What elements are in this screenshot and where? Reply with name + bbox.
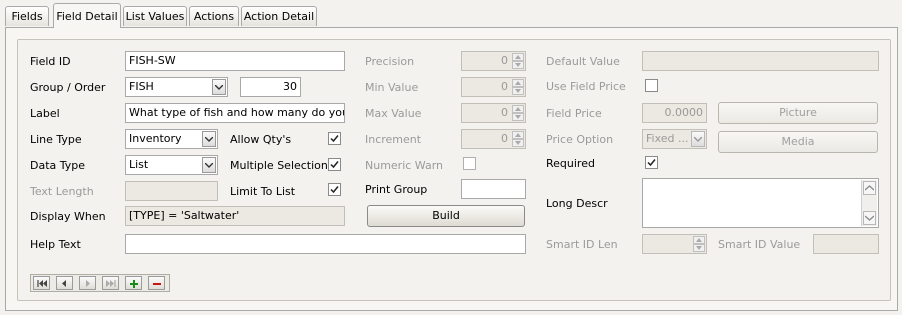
- tab-field-detail[interactable]: Field Detail: [53, 3, 121, 28]
- display-when-label: Display When: [30, 210, 106, 223]
- field-price-input[interactable]: 0.0000: [642, 103, 707, 123]
- smart-id-value-input[interactable]: [813, 234, 879, 254]
- label-label: Label: [30, 107, 60, 120]
- increment-label: Increment: [365, 133, 422, 146]
- line-type-select[interactable]: Inventory: [125, 129, 218, 149]
- price-option-value: Fixed ...: [646, 132, 689, 145]
- chevron-down-icon[interactable]: [202, 131, 216, 147]
- spin-up-icon[interactable]: [693, 236, 705, 244]
- tab-action-detail[interactable]: Action Detail: [241, 6, 317, 26]
- multiple-selections-label: Multiple Selections: [230, 159, 334, 172]
- increment-stepper[interactable]: 0: [461, 129, 526, 149]
- price-option-select[interactable]: Fixed ...: [642, 129, 707, 149]
- tab-actions[interactable]: Actions: [189, 6, 239, 26]
- display-when-input[interactable]: [TYPE] = 'Saltwater': [125, 206, 345, 226]
- picture-button[interactable]: Picture: [718, 102, 878, 124]
- add-record-icon[interactable]: [125, 276, 142, 290]
- precision-label: Precision: [365, 55, 415, 68]
- line-type-label: Line Type: [30, 133, 82, 146]
- spin-up-icon[interactable]: [512, 79, 524, 87]
- limit-to-list-checkbox[interactable]: [328, 183, 341, 196]
- allow-qty-label: Allow Qty's: [230, 133, 292, 146]
- chevron-down-icon[interactable]: [212, 79, 226, 95]
- price-option-label: Price Option: [546, 133, 614, 146]
- build-button[interactable]: Build: [367, 205, 525, 227]
- first-record-icon[interactable]: [33, 276, 50, 290]
- text-length-input[interactable]: [125, 181, 218, 201]
- spin-down-icon[interactable]: [512, 61, 524, 69]
- field-id-label: Field ID: [30, 55, 71, 68]
- group-select-value: FISH: [129, 80, 154, 93]
- increment-value: 0: [501, 132, 508, 145]
- long-descr-scrollbar[interactable]: [861, 180, 877, 226]
- max-value-stepper[interactable]: 0: [461, 103, 526, 123]
- data-type-label: Data Type: [30, 159, 86, 172]
- field-id-input[interactable]: FISH-SW: [125, 51, 345, 71]
- scroll-down-icon[interactable]: [863, 211, 876, 225]
- spin-down-icon[interactable]: [693, 244, 705, 252]
- numeric-warn-checkbox[interactable]: [463, 157, 476, 170]
- max-value-label: Max Value: [365, 107, 422, 120]
- text-length-label: Text Length: [30, 185, 94, 198]
- field-price-label: Field Price: [546, 107, 602, 120]
- spin-down-icon[interactable]: [512, 87, 524, 95]
- limit-to-list-label: Limit To List: [230, 185, 296, 198]
- numeric-warn-label: Numeric Warn: [365, 159, 444, 172]
- precision-stepper[interactable]: 0: [461, 51, 526, 71]
- min-value: 0: [501, 80, 508, 93]
- line-type-select-value: Inventory: [129, 132, 182, 145]
- precision-value: 0: [501, 54, 508, 67]
- use-field-price-label: Use Field Price: [546, 80, 626, 93]
- spin-down-icon[interactable]: [512, 139, 524, 147]
- min-value-label: Min Value: [365, 81, 419, 94]
- smart-id-len-label: Smart ID Len: [546, 238, 618, 251]
- allow-qty-checkbox[interactable]: [328, 132, 341, 145]
- help-text-input[interactable]: [125, 234, 526, 254]
- data-type-select-value: List: [129, 158, 149, 171]
- media-button[interactable]: Media: [718, 131, 878, 153]
- required-label: Required: [546, 157, 595, 170]
- default-value-label: Default Value: [546, 55, 620, 68]
- spin-up-icon[interactable]: [512, 131, 524, 139]
- spin-down-icon[interactable]: [512, 113, 524, 121]
- smart-id-value-label: Smart ID Value: [718, 238, 801, 251]
- scroll-up-icon[interactable]: [863, 181, 876, 195]
- spin-up-icon[interactable]: [512, 53, 524, 61]
- next-record-icon[interactable]: [79, 276, 96, 290]
- spin-up-icon[interactable]: [512, 105, 524, 113]
- print-group-label: Print Group: [365, 183, 428, 196]
- use-field-price-checkbox[interactable]: [645, 79, 658, 92]
- order-input[interactable]: 30: [240, 77, 301, 97]
- long-descr-textarea[interactable]: [642, 178, 879, 228]
- chevron-down-icon[interactable]: [202, 157, 216, 173]
- smart-id-len-stepper[interactable]: [642, 234, 707, 254]
- chevron-down-icon[interactable]: [691, 131, 705, 147]
- label-input[interactable]: What type of fish and how many do you wa…: [125, 103, 345, 123]
- min-value-stepper[interactable]: 0: [461, 77, 526, 97]
- print-group-input[interactable]: [461, 179, 526, 199]
- max-value: 0: [501, 106, 508, 119]
- tab-list-values[interactable]: List Values: [123, 6, 187, 26]
- group-select[interactable]: FISH: [125, 77, 228, 97]
- multiple-selections-checkbox[interactable]: [328, 158, 341, 171]
- last-record-icon[interactable]: [102, 276, 119, 290]
- tab-fields[interactable]: Fields: [5, 6, 49, 26]
- default-value-input[interactable]: [642, 51, 879, 71]
- help-text-label: Help Text: [30, 238, 81, 251]
- required-checkbox[interactable]: [645, 156, 658, 169]
- long-descr-label: Long Descr: [546, 197, 608, 210]
- group-order-label: Group / Order: [30, 81, 106, 94]
- data-type-select[interactable]: List: [125, 155, 218, 175]
- delete-record-icon[interactable]: [148, 276, 165, 290]
- prev-record-icon[interactable]: [56, 276, 73, 290]
